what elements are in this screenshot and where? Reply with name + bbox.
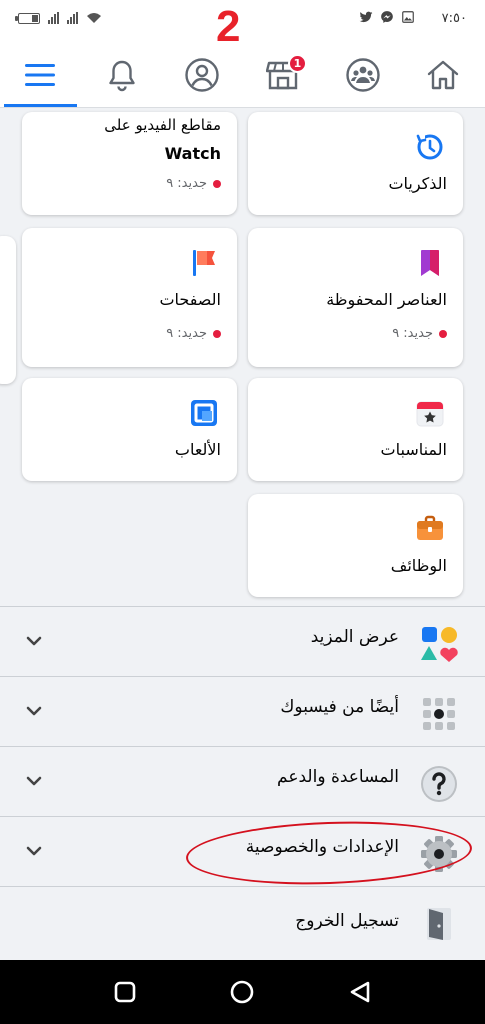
card-games-label: الألعاب	[174, 440, 221, 459]
bell-icon	[109, 60, 135, 92]
tab-profile[interactable]	[181, 54, 223, 96]
notification-icons	[359, 10, 415, 24]
recents-square-icon[interactable]	[113, 980, 137, 1004]
twitter-icon	[359, 11, 373, 23]
card-pages[interactable]: الصفحات جديد: ٩	[22, 228, 237, 367]
status-left	[15, 12, 102, 24]
signal-icon-2	[67, 12, 78, 24]
saved-bookmark-icon	[421, 250, 439, 276]
hamburger-menu-icon	[25, 64, 55, 86]
home-icon	[427, 60, 459, 90]
card-jobs[interactable]: الوظائف	[248, 494, 463, 597]
clock: ٧:٥٠	[441, 11, 467, 26]
tab-home[interactable]	[422, 54, 464, 96]
tab-groups[interactable]	[342, 54, 384, 96]
row-also-from-facebook-label: أيضًا من فيسبوك	[280, 697, 399, 717]
help-question-icon	[421, 766, 457, 802]
battery-icon	[15, 12, 40, 24]
jobs-briefcase-icon	[417, 515, 443, 540]
status-bar: ٧:٥٠	[0, 0, 485, 40]
logout-door-icon	[427, 908, 451, 940]
partial-card	[0, 236, 16, 384]
new-count-label: جديد: ٩	[166, 326, 207, 341]
row-also-from-facebook[interactable]: أيضًا من فيسبوك	[0, 676, 485, 746]
system-navigation-bar	[0, 960, 485, 1024]
app-grid-icon	[423, 698, 455, 730]
memories-icon	[416, 134, 443, 160]
chevron-down-icon	[26, 776, 42, 786]
tab-menu[interactable]	[19, 54, 61, 96]
card-memories[interactable]: الذكريات	[248, 112, 463, 215]
back-triangle-icon[interactable]	[348, 980, 372, 1004]
marketplace-badge: 1	[288, 54, 307, 73]
new-dot	[213, 179, 221, 188]
new-dot	[439, 329, 447, 338]
chevron-down-icon	[26, 846, 42, 856]
row-see-more-label: عرض المزيد	[310, 627, 399, 647]
pages-flag-icon	[193, 250, 215, 276]
signal-icon	[48, 12, 59, 24]
row-logout-label: تسجيل الخروج	[295, 911, 399, 931]
card-games[interactable]: الألعاب	[22, 378, 237, 481]
new-dot	[213, 329, 221, 338]
card-saved[interactable]: العناصر المحفوظة جديد: ٩	[248, 228, 463, 367]
row-logout[interactable]: تسجيل الخروج	[0, 886, 485, 960]
card-watch-line1: مقاطع الفيديو على	[104, 116, 221, 134]
card-saved-sub: جديد: ٩	[392, 326, 447, 341]
wifi-icon	[87, 13, 101, 23]
groups-icon	[346, 58, 380, 92]
step-annotation: 2	[216, 2, 241, 51]
games-icon	[191, 400, 217, 426]
messenger-icon	[381, 11, 393, 23]
new-count-label: جديد: ٩	[392, 326, 433, 341]
chevron-down-icon	[26, 636, 42, 646]
card-watch-line2: Watch	[164, 144, 221, 163]
row-help-support[interactable]: المساعدة والدعم	[0, 746, 485, 816]
events-calendar-icon	[416, 401, 444, 427]
card-pages-label: الصفحات	[159, 290, 221, 309]
row-help-support-label: المساعدة والدعم	[277, 767, 399, 787]
card-events-label: المناسبات	[380, 440, 447, 459]
card-memories-label: الذكريات	[388, 174, 447, 193]
active-tab-indicator	[4, 104, 77, 107]
new-count-label: جديد: ٩	[166, 176, 207, 191]
card-events[interactable]: المناسبات	[248, 378, 463, 481]
card-watch-sub: جديد: ٩	[166, 176, 221, 191]
top-nav	[0, 40, 485, 108]
card-pages-sub: جديد: ٩	[166, 326, 221, 341]
home-circle-icon[interactable]	[230, 980, 254, 1004]
image-icon	[402, 11, 414, 23]
profile-icon	[185, 58, 219, 92]
tab-notifications[interactable]	[101, 54, 143, 96]
chevron-down-icon	[26, 706, 42, 716]
see-more-shapes-icon	[421, 627, 458, 662]
card-watch[interactable]: مقاطع الفيديو على Watch جديد: ٩	[22, 112, 237, 215]
card-jobs-label: الوظائف	[390, 556, 447, 575]
card-saved-label: العناصر المحفوظة	[326, 290, 447, 309]
row-see-more[interactable]: عرض المزيد	[0, 606, 485, 676]
